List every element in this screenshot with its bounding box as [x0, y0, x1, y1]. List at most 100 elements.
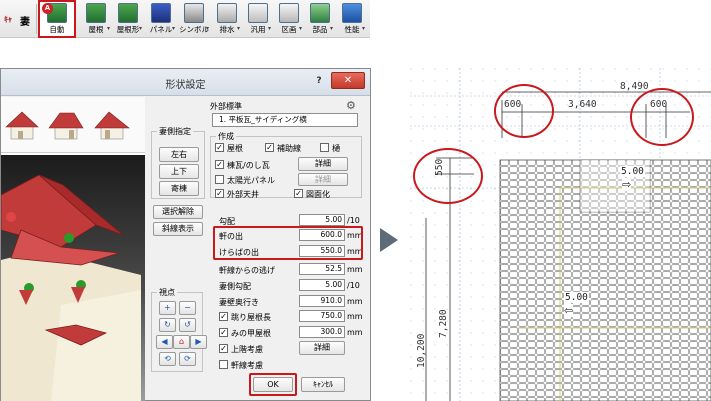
home-view-icon[interactable]: ⌂ [173, 335, 190, 349]
ridge-tile-checkbox-label: 棟瓦/のし瓦 [227, 161, 270, 170]
roof-3d-model-graphic [1, 174, 141, 401]
toolbar-performance-button[interactable]: 性能 ▾ [337, 2, 367, 36]
cancel-button[interactable]: ｷｬﾝｾﾙ [301, 377, 345, 392]
gable-direction-label: 妻側指定 [157, 126, 193, 137]
toolbar-left-icon-2[interactable]: 妻 [17, 2, 34, 36]
solar-panel-checkbox[interactable] [215, 175, 224, 184]
gable-depth-unit: mm [347, 297, 363, 306]
chevron-down-icon: ▾ [298, 25, 302, 32]
drawing-checkbox[interactable]: ✓ [294, 189, 303, 198]
arrow-right-icon[interactable]: ▶ [190, 335, 207, 349]
gutter-checkbox-label: 樋 [332, 144, 340, 153]
roof-icon [86, 3, 106, 23]
orbit-left-icon[interactable]: ⟲ [159, 352, 176, 366]
zoom-in-icon[interactable]: + [159, 301, 176, 315]
eave-roof-checkbox[interactable]: ✓ [219, 312, 228, 321]
help-button[interactable]: ? [308, 73, 330, 89]
toolbar-left-icon-1[interactable]: ｷｬ [3, 2, 16, 36]
shape-settings-dialog: 形状設定 ? ✕ 妻側指定 左右 上下 寄棟 選択解除 斜線表示 視点 + − … [0, 68, 371, 401]
roof-checkbox[interactable]: ✓ [215, 143, 224, 152]
gable-pitch-input[interactable]: 5.00 [299, 279, 345, 291]
badge-a: A [42, 3, 53, 14]
hip-roof-thumb-icon[interactable] [47, 103, 85, 143]
toolbar-symbol-button[interactable]: シンボル ▾ [177, 2, 211, 36]
gable-depth-input[interactable]: 910.0 [299, 295, 345, 307]
rotate-left-icon[interactable]: ↻ [159, 318, 176, 332]
toolbar-drain-button[interactable]: 排水 ▾ [212, 2, 242, 36]
roof-3d-model-view[interactable] [1, 155, 145, 401]
mino-input[interactable]: 300.0 [299, 326, 345, 338]
drain-icon [217, 3, 237, 23]
solar-detail-button[interactable]: 詳細 [298, 173, 348, 186]
toolbar-panel-button[interactable]: パネル ▾ [145, 2, 177, 36]
create-label: 作成 [216, 131, 236, 142]
hip-offset-label: 軒線からの逃げ [219, 266, 275, 275]
upper-floor-detail-button[interactable]: 詳細 [299, 341, 345, 355]
toolbar-general-button[interactable]: 汎用 ▾ [243, 2, 273, 36]
roof-plan-view: 8,490 600 3,640 600 550 7,280 10,200 5.0… [410, 68, 711, 401]
gear-icon[interactable]: ⚙ [346, 99, 356, 112]
hip-display-button[interactable]: 斜線表示 [153, 222, 203, 236]
mino-checkbox[interactable]: ✓ [219, 328, 228, 337]
ridge-tile-checkbox[interactable]: ✓ [215, 160, 224, 169]
mixed-roof-thumb-icon[interactable] [93, 103, 131, 143]
up-down-button[interactable]: 上下 [159, 164, 199, 179]
section-icon [279, 3, 299, 23]
verge-highlight-circle [413, 148, 483, 204]
orbit-right-icon[interactable]: ⟳ [179, 352, 196, 366]
gable-roof-thumb-icon[interactable] [3, 103, 41, 143]
slope-label-upper: 5.00 [620, 166, 645, 177]
chevron-down-icon: ▾ [106, 25, 110, 32]
toolbar-roof-shape-button[interactable]: 屋根形 ▾ [112, 2, 144, 36]
chevron-down-icon: ▾ [361, 25, 365, 32]
toolbar-auto-label: 自動 [49, 25, 65, 34]
toolbar-roof-button[interactable]: 屋根 ▾ [80, 2, 112, 36]
zoom-out-icon[interactable]: − [179, 301, 196, 315]
aux-line-checkbox-label: 補助線 [277, 144, 301, 153]
roof-shape-icon [118, 3, 138, 23]
select-remove-button[interactable]: 選択解除 [153, 205, 203, 219]
chevron-down-icon: ▾ [267, 25, 271, 32]
close-button[interactable]: ✕ [331, 72, 365, 89]
hip-button[interactable]: 寄棟 [159, 181, 199, 196]
gable-pitch-label: 妻側勾配 [219, 282, 251, 291]
ridge-detail-button[interactable]: 詳細 [298, 157, 348, 171]
eave-verge-highlight [213, 226, 363, 260]
aux-line-checkbox[interactable]: ✓ [265, 143, 274, 152]
exterior-ceiling-checkbox[interactable]: ✓ [215, 189, 224, 198]
total-depth-dimension: 10,200 [416, 333, 427, 368]
toolbar-parts-button[interactable]: 部品 ▾ [305, 2, 335, 36]
chevron-down-icon: ▾ [171, 25, 175, 32]
pitch-unit: /10 [347, 216, 360, 225]
toolbar-section-button[interactable]: 区画 ▾ [274, 2, 304, 36]
kya-icon: ｷｬ [4, 15, 12, 24]
gable-depth-label: 妻壁奥行き [219, 298, 259, 307]
mino-label: みの甲屋根 [231, 329, 271, 338]
hip-offset-unit: mm [347, 265, 363, 274]
gutter-checkbox[interactable] [320, 143, 329, 152]
parts-icon [310, 3, 330, 23]
chevron-down-icon: ▾ [138, 25, 142, 32]
right-eave-highlight-circle [630, 88, 694, 146]
upper-floor-checkbox[interactable]: ✓ [219, 344, 228, 353]
hip-offset-input[interactable]: 52.5 [299, 263, 345, 275]
pitch-input[interactable]: 5.00 [299, 214, 345, 226]
eave-roof-input[interactable]: 750.0 [299, 310, 345, 322]
performance-icon [342, 3, 362, 23]
toolbar-separator [36, 4, 37, 34]
slope-label-lower: 5.00 [564, 292, 589, 303]
left-right-button[interactable]: 左右 [159, 147, 199, 162]
panel-icon [151, 3, 171, 23]
left-eave-highlight-circle [494, 84, 554, 138]
chevron-down-icon: ▾ [236, 25, 240, 32]
dialog-titlebar[interactable]: 形状設定 ? ✕ [1, 69, 370, 96]
rotate-right-icon[interactable]: ↺ [179, 318, 196, 332]
general-icon [248, 3, 268, 23]
roof-preview-panel [1, 97, 145, 401]
exterior-standard-select[interactable]: 1. 平板瓦_サイディング横 [212, 113, 358, 127]
arrow-left-icon[interactable]: ◀ [156, 335, 173, 349]
eave-line-checkbox[interactable] [219, 360, 228, 369]
exterior-standard-label: 外部標準 [210, 102, 242, 111]
viewpoint-label: 視点 [157, 287, 177, 298]
toolbar-auto-button[interactable]: A 自動 [38, 0, 76, 38]
